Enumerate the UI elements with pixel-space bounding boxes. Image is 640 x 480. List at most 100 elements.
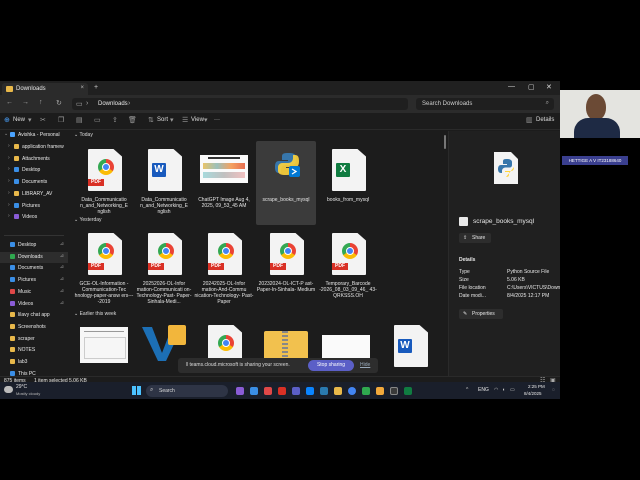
tray-chevron-icon[interactable]: ^	[466, 387, 468, 393]
sidebar-item[interactable]: Screenshots	[0, 322, 68, 333]
sidebar-item[interactable]: scraper	[0, 334, 68, 345]
sort-dropdown-icon[interactable]: ▾	[170, 116, 174, 124]
edge-icon[interactable]	[306, 387, 314, 395]
delete-icon[interactable]: 🗑	[128, 116, 137, 124]
group-header-today[interactable]: ⌄ Today	[74, 132, 93, 138]
new-tab-button[interactable]: +	[94, 84, 98, 91]
sidebar-item[interactable]: › application framew	[0, 142, 68, 153]
sidebar-item[interactable]: Documents ⊿	[0, 263, 68, 274]
view-button[interactable]: View	[191, 117, 204, 123]
up-arrow-icon[interactable]: ↑	[39, 99, 43, 106]
view-dropdown-icon[interactable]: ▾	[204, 116, 208, 124]
sidebar-item[interactable]: › Attachments	[0, 154, 68, 165]
chevron-right-icon[interactable]: ›	[8, 213, 10, 219]
file-item[interactable]: W Data_Communicatio n_and_Networking_E n…	[134, 141, 194, 225]
details-button[interactable]: Details	[536, 117, 554, 123]
sidebar-item[interactable]: Downloads ⊿	[0, 251, 68, 263]
sidebar-item[interactable]: lilavy chat app	[0, 310, 68, 321]
file-item[interactable]: PDF 20232024-OL-ICT-P ast-Paper-In-Sinha…	[256, 225, 316, 309]
terminal-icon[interactable]	[390, 387, 398, 395]
search-box[interactable]: Search Downloads ⌕	[416, 98, 554, 110]
breadcrumb-chevron-icon[interactable]: ›	[128, 100, 130, 107]
chevron-down-icon[interactable]: ⌄	[4, 131, 8, 137]
file-item[interactable]: W	[380, 321, 440, 377]
stop-sharing-button[interactable]: Stop sharing	[308, 360, 354, 371]
close-button[interactable]: ✕	[546, 83, 552, 91]
clock-date[interactable]: 8/4/2025	[524, 391, 542, 396]
more-options-button[interactable]: ···	[214, 117, 220, 123]
sidebar-item[interactable]: Desktop ⊿	[0, 240, 68, 251]
wifi-icon[interactable]: ◠	[494, 387, 498, 393]
app-icon[interactable]	[376, 387, 384, 395]
pin-icon[interactable]: ⊿	[60, 264, 64, 270]
app-icon[interactable]	[264, 387, 272, 395]
file-item[interactable]: PDF Temporary_Barcode -2026_08_03_09_46_…	[318, 225, 378, 309]
file-item[interactable]: PDF Data_Communicatio n_and_Networking_E…	[74, 141, 134, 225]
refresh-icon[interactable]: ↻	[56, 99, 62, 107]
sidebar-item[interactable]: › Desktop	[0, 165, 68, 176]
group-header-earlier[interactable]: ⌄ Earlier this week	[74, 311, 116, 317]
copy-icon[interactable]: ❐	[58, 116, 64, 124]
back-arrow-icon[interactable]: ←	[6, 99, 13, 106]
breadcrumb-downloads[interactable]: Downloads	[98, 101, 128, 107]
pin-icon[interactable]: ⊿	[60, 288, 64, 294]
hide-button[interactable]: Hide	[360, 362, 370, 368]
pin-icon[interactable]: ⊿	[60, 300, 64, 306]
chevron-right-icon[interactable]: ›	[8, 190, 10, 196]
paste-icon[interactable]: ▤	[76, 116, 83, 124]
app-icon[interactable]	[362, 387, 370, 395]
sidebar-item[interactable]: NOTES	[0, 345, 68, 356]
sidebar-item[interactable]: Videos ⊿	[0, 299, 68, 310]
teams-icon[interactable]	[292, 387, 300, 395]
cut-icon[interactable]: ✂	[40, 116, 46, 124]
file-item[interactable]: PDF 20242025-OL-Infor mation-And-Commu n…	[194, 225, 254, 309]
file-item[interactable]: X books_from_mysql	[318, 141, 378, 225]
new-button[interactable]: New	[13, 117, 25, 123]
properties-button[interactable]: ✎ Properties	[459, 309, 503, 319]
language-indicator[interactable]: ENG	[478, 387, 489, 393]
sidebar-item[interactable]: › LIBRARY_AV	[0, 189, 68, 200]
maximize-button[interactable]: ▢	[528, 83, 535, 91]
group-header-yesterday[interactable]: ⌄ Yesterday	[74, 217, 102, 223]
sort-button[interactable]: Sort	[157, 117, 168, 123]
sidebar-item[interactable]: lab3	[0, 357, 68, 368]
volume-icon[interactable]: ◖	[502, 387, 505, 393]
pin-icon[interactable]: ⊿	[60, 276, 64, 282]
taskbar-search[interactable]: ⌕ Search	[146, 385, 228, 397]
clock-time[interactable]: 2:25 PM	[528, 384, 545, 389]
chevron-right-icon[interactable]: ›	[8, 178, 10, 184]
weather-temp[interactable]: 29°C	[16, 384, 27, 390]
address-bar[interactable]: ▭ › Downloads ›	[72, 98, 408, 110]
sidebar-item[interactable]: › Videos	[0, 212, 68, 223]
share-icon[interactable]: ⇪	[112, 116, 118, 124]
chrome-icon[interactable]	[348, 387, 356, 395]
battery-icon[interactable]: ▭	[510, 387, 515, 393]
sidebar-item[interactable]: Music ⊿	[0, 287, 68, 298]
chevron-right-icon[interactable]: ›	[8, 166, 10, 172]
file-item[interactable]: PDF 20252026-OL-Infor mation-Communicati…	[134, 225, 194, 309]
notification-icon[interactable]: ◌	[552, 387, 555, 393]
file-item[interactable]: ChatGPT Image Aug 4, 2025, 09_53_45 AM	[194, 141, 254, 225]
file-explorer-icon[interactable]	[334, 387, 342, 395]
tab-downloads[interactable]: Downloads ×	[2, 83, 88, 95]
sidebar-item-onedrive[interactable]: ⌄ Avishka - Personal	[0, 130, 68, 141]
vertical-scrollbar[interactable]	[444, 135, 446, 149]
file-item-selected[interactable]: scrape_books_mysql	[256, 141, 316, 225]
forward-arrow-icon[interactable]: →	[22, 99, 29, 106]
app-icon[interactable]	[320, 387, 328, 395]
minimize-button[interactable]: —	[508, 83, 515, 90]
windows-start-icon[interactable]	[132, 386, 141, 395]
chevron-right-icon[interactable]: ›	[8, 143, 10, 149]
share-button[interactable]: ⇪ Share	[459, 233, 491, 243]
tab-close-button[interactable]: ×	[80, 85, 84, 91]
task-view-icon[interactable]	[236, 387, 244, 395]
file-item[interactable]	[74, 321, 134, 377]
pin-icon[interactable]: ⊿	[60, 241, 64, 247]
sidebar-item[interactable]: › Documents	[0, 177, 68, 188]
excel-icon[interactable]	[404, 387, 412, 395]
file-item[interactable]: PDF GCE-OL-Information -Communication-Te…	[74, 225, 134, 309]
app-icon[interactable]	[278, 387, 286, 395]
rename-icon[interactable]: ▭	[94, 116, 101, 124]
pin-icon[interactable]: ⊿	[60, 253, 64, 259]
sidebar-item[interactable]: › Pictures	[0, 201, 68, 212]
